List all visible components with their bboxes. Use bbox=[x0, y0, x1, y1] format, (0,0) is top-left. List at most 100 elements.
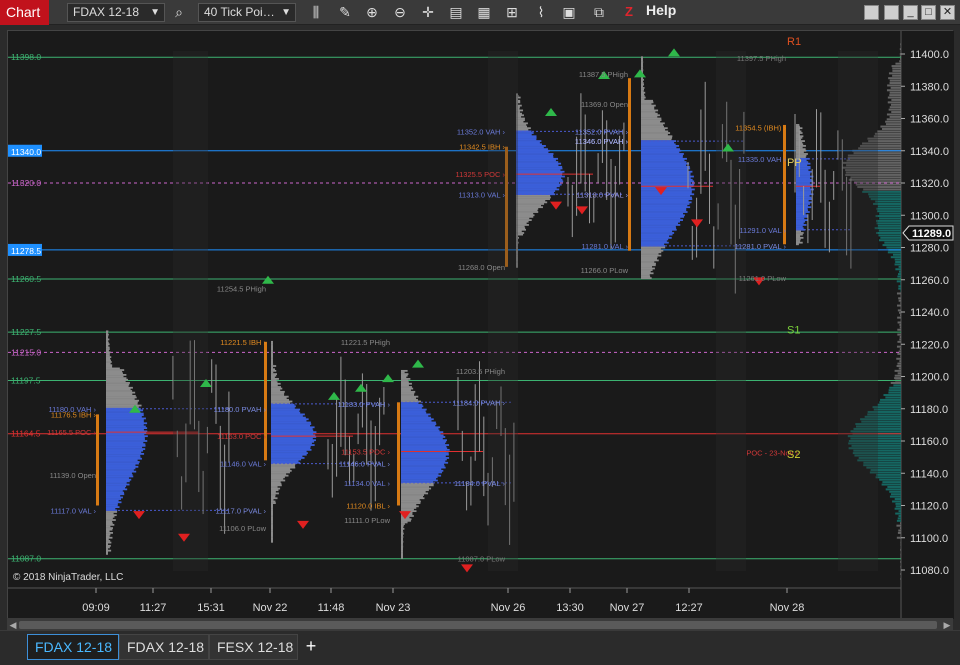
share-icon[interactable]: ⧉ bbox=[590, 3, 608, 21]
session-profile-bar bbox=[106, 398, 135, 400]
session-profile-bar bbox=[106, 462, 139, 465]
price-tick-label: 11380.0 bbox=[910, 81, 949, 93]
session-profile-bar bbox=[401, 444, 450, 446]
composite-profile-bar bbox=[886, 89, 901, 92]
session-profile-bar bbox=[641, 135, 673, 138]
z-order-icon[interactable]: Z bbox=[622, 4, 636, 20]
tab-fdax-1[interactable]: FDAX 12-18 bbox=[27, 634, 119, 660]
session-profile-bar bbox=[641, 161, 687, 163]
level-label: 11320.0 bbox=[11, 178, 41, 188]
indicators-icon[interactable]: ⌇ bbox=[532, 3, 550, 21]
crosshair-icon[interactable]: ✛ bbox=[419, 3, 437, 21]
snapshot-icon[interactable]: ▣ bbox=[560, 3, 578, 21]
session-profile-bar bbox=[271, 379, 277, 382]
session-profile-bar bbox=[271, 374, 277, 377]
window-stack-button[interactable] bbox=[864, 5, 879, 20]
session-profile-bar bbox=[106, 404, 142, 407]
help-button[interactable]: Help bbox=[646, 2, 676, 18]
session-profile-bar bbox=[106, 423, 144, 426]
session-profile-bar bbox=[106, 459, 138, 462]
session-profile-bar bbox=[641, 225, 676, 228]
session-profile-bar bbox=[271, 503, 273, 506]
level-annotation: 11180.0 PVAH › bbox=[213, 405, 266, 414]
session-profile-bar bbox=[796, 227, 804, 230]
time-tick-label: 09:09 bbox=[82, 602, 110, 614]
templates-icon[interactable]: ▦ bbox=[475, 3, 493, 21]
session-profile-bar bbox=[106, 515, 115, 518]
session-profile-bar bbox=[271, 537, 273, 540]
tab-fesx[interactable]: FESX 12-18 bbox=[209, 634, 298, 660]
session-profile-bar bbox=[796, 195, 810, 197]
session-profile-bar bbox=[641, 275, 651, 278]
instrument-selector[interactable]: FDAX 12-18 ▼ bbox=[67, 3, 165, 22]
session-profile-bar bbox=[271, 389, 281, 392]
zoom-out-icon[interactable]: ⊖ bbox=[391, 3, 409, 21]
session-profile-bar bbox=[641, 269, 653, 271]
session-profile-bar bbox=[271, 510, 273, 513]
bar-style-icon[interactable]: ⫼ bbox=[307, 3, 325, 21]
session-profile-bar bbox=[641, 209, 687, 212]
session-profile-bar bbox=[401, 376, 407, 379]
strategies-icon[interactable]: ⊞ bbox=[503, 3, 521, 21]
session-profile-bar bbox=[796, 204, 809, 207]
composite-profile-bar bbox=[883, 394, 901, 397]
session-profile-bar bbox=[641, 248, 661, 251]
session-profile-bar bbox=[106, 415, 142, 418]
session-profile-bar bbox=[106, 354, 110, 357]
chart-panel[interactable]: 11398.0 11340.0 11320.0 11278.5 11260.5 11227… bbox=[7, 30, 954, 619]
session-profile-bar bbox=[106, 532, 113, 534]
window-pin-button[interactable] bbox=[884, 5, 899, 20]
price-tick-label: 11200.0 bbox=[910, 372, 949, 384]
session-profile-bar bbox=[796, 240, 801, 242]
composite-profile-bar bbox=[877, 224, 901, 227]
composite-profile-bar bbox=[889, 386, 901, 389]
add-tab-button[interactable]: + bbox=[300, 636, 322, 658]
search-icon[interactable]: ⌕ bbox=[170, 3, 188, 21]
close-button[interactable]: ✕ bbox=[940, 5, 955, 20]
session-profile-bar bbox=[401, 387, 414, 390]
chart-canvas[interactable]: 11398.0 11340.0 11320.0 11278.5 11260.5 11227… bbox=[8, 31, 954, 619]
composite-profile-bar bbox=[887, 101, 901, 104]
bar-type-selector[interactable]: 40 Tick Poi… ▼ bbox=[198, 3, 296, 22]
session-profile-bar bbox=[641, 128, 666, 131]
composite-profile-bar bbox=[898, 285, 901, 288]
session-profile-bar bbox=[106, 420, 144, 423]
session-profile-bar bbox=[106, 548, 108, 550]
session-profile-bar bbox=[401, 526, 404, 529]
properties-icon[interactable]: ▤ bbox=[447, 3, 465, 21]
session-profile-bar bbox=[271, 348, 273, 351]
maximize-button[interactable]: □ bbox=[921, 5, 936, 20]
session-profile-bar bbox=[641, 265, 653, 268]
zoom-in-icon[interactable]: ⊕ bbox=[363, 3, 381, 21]
session-profile-bar bbox=[516, 135, 537, 138]
session-profile-bar bbox=[106, 336, 108, 339]
session-profile-bar bbox=[106, 340, 109, 342]
session-profile-bar bbox=[796, 224, 807, 226]
session-profile-bar bbox=[401, 379, 408, 382]
composite-profile-bar bbox=[890, 86, 901, 89]
session-profile-bar bbox=[106, 349, 109, 352]
session-profile-bar bbox=[641, 117, 662, 120]
session-profile-bar bbox=[796, 235, 801, 238]
price-tick-label: 11180.0 bbox=[910, 404, 948, 416]
composite-profile-bar bbox=[886, 118, 901, 121]
composite-profile-bar bbox=[900, 534, 901, 537]
tab-fdax-2[interactable]: FDAX 12-18 bbox=[119, 634, 209, 660]
composite-profile-bar bbox=[894, 369, 901, 372]
composite-profile-bar bbox=[889, 79, 901, 82]
level-label: 11278.5 bbox=[11, 246, 41, 256]
session-profile-bar bbox=[796, 241, 803, 244]
session-profile-bar bbox=[106, 419, 144, 421]
composite-profile-bar bbox=[880, 398, 901, 401]
session-profile-bar bbox=[106, 441, 144, 444]
session-profile-bar bbox=[271, 368, 275, 371]
draw-pencil-icon[interactable]: ✎ bbox=[336, 3, 354, 21]
session-profile-bar bbox=[401, 521, 408, 524]
session-profile-bar bbox=[401, 407, 422, 409]
scrollbar-thumb[interactable] bbox=[19, 621, 937, 629]
session-profile-bar bbox=[271, 507, 273, 509]
minimize-button[interactable]: _ bbox=[903, 5, 918, 20]
session-profile-bar bbox=[106, 499, 119, 502]
session-profile-bar bbox=[106, 498, 121, 500]
composite-profile-bar bbox=[889, 115, 901, 118]
